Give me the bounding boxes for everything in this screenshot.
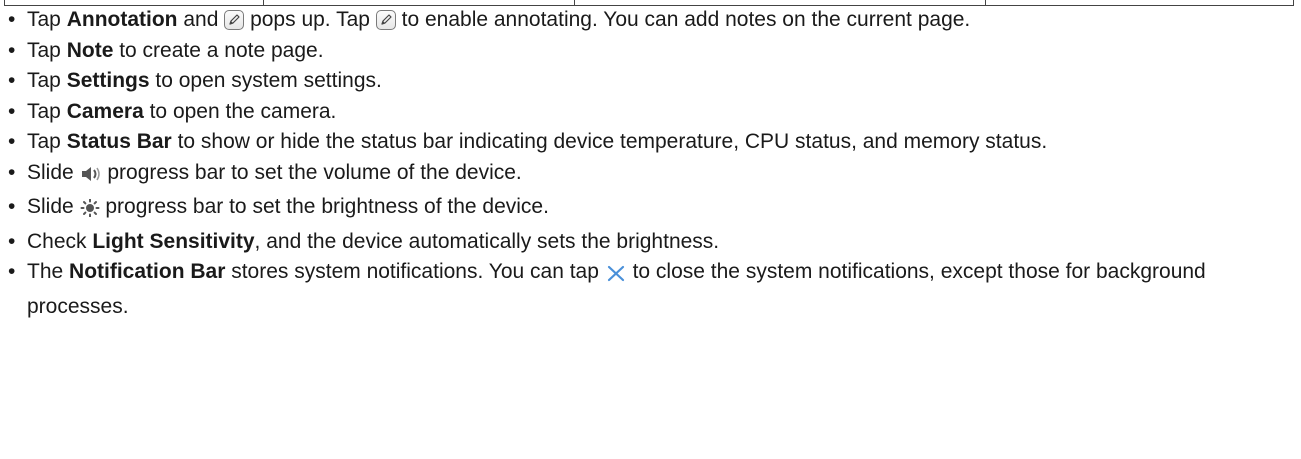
bullet-dot: • [8, 69, 16, 92]
list-item: • Tap Camera to open the camera. [0, 97, 1295, 128]
item-text: The [27, 260, 70, 283]
item-text: and [177, 8, 225, 31]
item-text: Tap [27, 69, 67, 92]
ui-term: Settings [66, 69, 150, 92]
ui-term: Status Bar [66, 130, 172, 153]
close-icon [605, 261, 627, 292]
bullet-dot: • [8, 130, 16, 153]
item-text: , and the device automatically sets the … [254, 229, 720, 253]
ui-term: Light Sensitivity [92, 229, 255, 253]
list-item: • Tap Status Bar to show or hide the stat… [0, 127, 1295, 158]
item-text: Tap [27, 8, 67, 31]
item-text: pops up. Tap [244, 8, 376, 31]
list-item: • Tap Settings to open system settings. [0, 66, 1295, 97]
list-item: • Slide progress bar to set the brightnes… [0, 192, 1295, 227]
item-text: to create a note page. [113, 38, 324, 62]
list-item: • Tap Annotation and pops up. Tap to enab… [0, 5, 1295, 36]
bullet-dot: • [8, 195, 16, 218]
item-text: Check [27, 229, 93, 253]
volume-icon [80, 162, 102, 193]
bullet-dot: • [8, 99, 16, 123]
list-item: • Tap Note to create a note page. [0, 36, 1295, 67]
bullet-dot: • [8, 160, 16, 184]
bullet-dot: • [8, 229, 16, 253]
item-text: Slide [27, 160, 80, 184]
item-text: to open system settings. [149, 69, 382, 92]
item-text: progress bar to set the volume of the de… [101, 160, 522, 184]
item-text: Tap [27, 38, 67, 62]
ui-term: Note [66, 38, 114, 62]
ui-term: Camera [66, 99, 144, 123]
list-item: • The Notification Bar stores system noti… [0, 257, 1295, 322]
item-text: Tap [27, 99, 67, 123]
item-text: to enable annotating. You can add notes … [395, 8, 971, 31]
pen-icon [375, 10, 396, 30]
ui-term: Annotation [66, 8, 178, 31]
item-text: progress bar to set the brightness of th… [99, 195, 549, 218]
item-text: to open the camera. [143, 99, 337, 123]
item-text: to show or hide the status bar indicatin… [171, 130, 1048, 153]
bullet-dot: • [8, 260, 16, 283]
pen-icon [224, 10, 245, 30]
item-text: Tap [27, 130, 67, 153]
brightness-icon [80, 196, 100, 227]
ui-term: Notification Bar [69, 260, 226, 283]
item-text: Slide [27, 195, 80, 218]
list-item: • Check Light Sensitivity, and the device… [0, 227, 1295, 258]
list-item: • Slide progress bar to set the volume of… [0, 158, 1295, 193]
instruction-list: • Tap Annotation and pops up. Tap to enab… [0, 5, 1295, 322]
bullet-dot: • [8, 38, 16, 62]
bullet-dot: • [8, 8, 16, 31]
item-text: stores system notifications. You can tap [225, 260, 605, 283]
